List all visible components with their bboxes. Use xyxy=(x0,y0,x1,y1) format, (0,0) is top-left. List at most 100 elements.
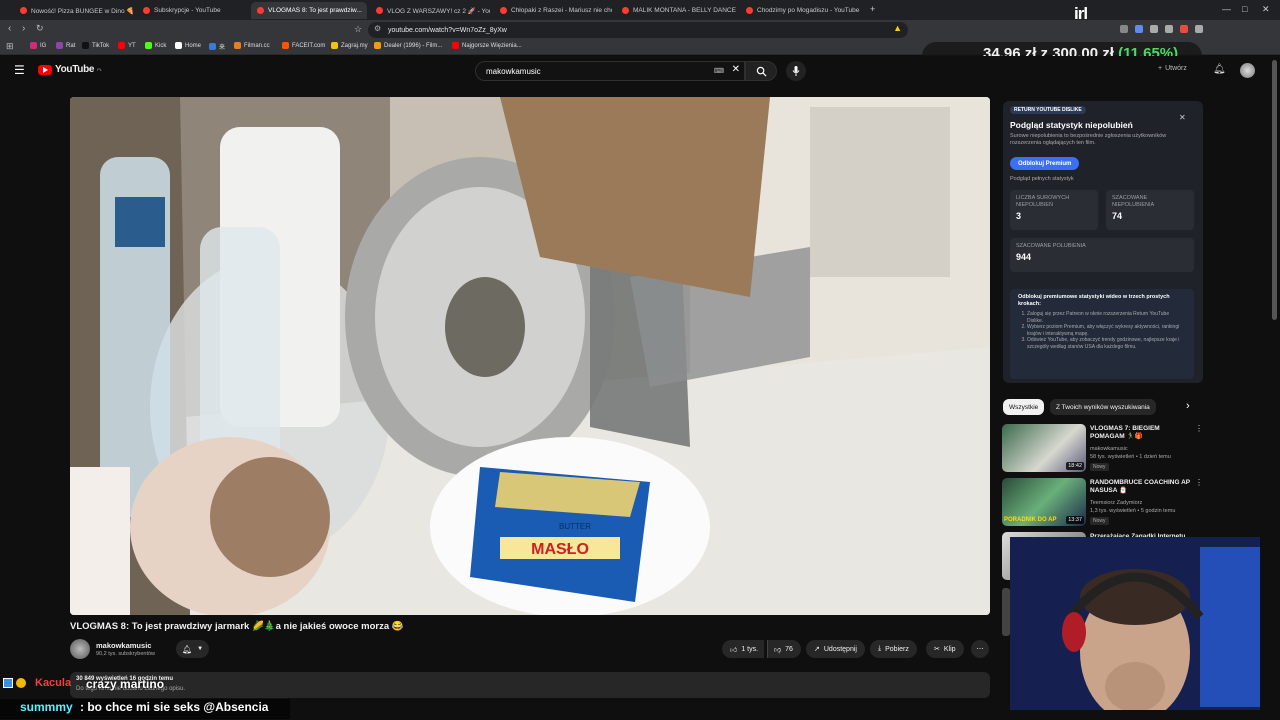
extension-icon[interactable] xyxy=(1180,25,1188,33)
chat-username: Kacula xyxy=(35,677,72,689)
browser-tab[interactable]: VLOGMAS 8: To jest prawdziw... ✕ xyxy=(251,2,367,19)
download-button[interactable]: ⤓ Pobierz xyxy=(870,640,917,658)
video-duration: 18:42 xyxy=(1066,462,1084,470)
forward-icon[interactable]: › xyxy=(22,23,25,34)
extension-icon[interactable] xyxy=(1135,25,1143,33)
chip-from-search[interactable]: Z Twoich wyników wyszukiwania xyxy=(1050,399,1156,415)
extension-icon[interactable] xyxy=(1120,25,1128,33)
voice-search-button[interactable] xyxy=(786,61,806,81)
unlock-premium-button[interactable]: Odblokuj Premium xyxy=(1010,157,1080,170)
dislike-button[interactable]: 👎︎ 76 xyxy=(767,640,801,658)
chat-badge-icon xyxy=(16,678,26,688)
bookmark-item[interactable]: 来 xyxy=(209,42,225,51)
bookmark-item[interactable]: Najgorsze Więzienia... xyxy=(452,42,522,49)
search-icon xyxy=(756,66,767,77)
keyboard-icon[interactable]: ⌨ xyxy=(714,67,724,75)
extension-warning-icon[interactable]: ▲ xyxy=(893,23,902,33)
extension-icon[interactable] xyxy=(1165,25,1173,33)
subscribed-bell-button[interactable]: 🔔︎ ▼ xyxy=(176,640,210,658)
video-thumbnail[interactable]: PORADNIK DO AP 13:37 xyxy=(1002,478,1086,526)
bookmark-label: Rat xyxy=(66,42,76,49)
bookmark-favicon xyxy=(118,42,125,49)
browser-tab[interactable]: Subskrypcje - YouTube xyxy=(137,2,247,19)
youtube-play-icon xyxy=(38,64,52,75)
video-thumbnail[interactable] xyxy=(1002,588,1010,636)
like-button[interactable]: 👍︎ 1 tys. xyxy=(722,640,765,658)
ryd-subtitle: Surowe niepolubienia to bezpośrednie zgł… xyxy=(1010,133,1167,146)
extension-icon[interactable] xyxy=(1150,25,1158,33)
bookmark-item[interactable]: Filman.cc xyxy=(234,42,270,49)
channel-name[interactable]: makowkamusic xyxy=(96,641,151,650)
bookmark-favicon xyxy=(234,42,241,49)
bookmark-item[interactable]: YT xyxy=(118,42,136,49)
bookmark-favicon xyxy=(209,43,216,50)
search-button[interactable] xyxy=(745,61,777,81)
youtube-logo[interactable]: YouTube PL xyxy=(38,64,102,75)
extension-icon[interactable] xyxy=(1195,25,1203,33)
thumbnail-text: PORADNIK DO AP xyxy=(1004,517,1057,523)
bookmark-label: YT xyxy=(128,42,136,49)
chat-message: summmy : bo chce mi sie seks @Absencia xyxy=(0,699,290,719)
video-thumbnail[interactable]: 18:42 xyxy=(1002,424,1086,472)
bookmark-item[interactable]: IG xyxy=(30,42,46,49)
bookmark-item[interactable]: Kick xyxy=(145,42,166,49)
chat-text: crazy martino xyxy=(86,677,165,691)
tab-label: Subskrypcje - YouTube xyxy=(154,7,221,14)
search-input[interactable]: makowkamusic ⌨ ✕ xyxy=(475,61,745,81)
promo-step: Zaloguj się przez Patreon w oknie rozsze… xyxy=(1027,311,1186,324)
ryd-close-icon[interactable]: ✕ xyxy=(1179,113,1186,122)
minimize-icon[interactable]: — xyxy=(1222,4,1231,14)
chat-badge-icon xyxy=(3,678,13,688)
maximize-icon[interactable]: □ xyxy=(1242,4,1247,14)
share-button[interactable]: ↗ Udostępnij xyxy=(806,640,865,658)
plus-icon: + xyxy=(1158,65,1163,72)
address-bar[interactable]: ⚙ youtube.com/watch?v=Wn7oZz_8yXw ▲ xyxy=(368,22,908,38)
reload-icon[interactable]: ↻ xyxy=(36,23,44,34)
bookmark-item[interactable]: Zagraj.my xyxy=(331,42,368,49)
bookmark-item[interactable]: FACEIT.com xyxy=(282,42,325,49)
bookmark-item[interactable]: Dealer (1996) - Film... xyxy=(374,42,442,49)
bookmark-label: Zagraj.my xyxy=(341,42,368,49)
more-options-icon[interactable]: ⋮ xyxy=(1195,424,1203,433)
browser-tab[interactable]: MALIK MONTANA - BELLY DANCE X... xyxy=(616,2,736,19)
promo-title: Odblokuj premiumowe statystyki wideo w t… xyxy=(1018,294,1170,307)
more-actions-button[interactable]: ⋯ xyxy=(971,640,989,658)
full-stats-link[interactable]: Podgląd pełnych statystyk xyxy=(1010,176,1074,182)
page-scrollbar[interactable] xyxy=(1272,60,1277,320)
bell-icon: 🔔︎ xyxy=(182,644,193,654)
account-avatar[interactable] xyxy=(1240,63,1255,78)
browser-tab[interactable]: Chodzimy po Mogadiszu - YouTube xyxy=(740,2,868,19)
recommendation-item[interactable]: PORADNIK DO AP 13:37 RANDOMBRUCE COACHIN… xyxy=(1002,478,1203,528)
recommendation-item[interactable]: 18:42 VLOGMAS 7: BIEGIEM POMAGAM 🏃‍♂️🎁 m… xyxy=(1002,424,1203,474)
webcam-feed xyxy=(1010,537,1260,710)
video-player[interactable]: MASŁO BUTTER xyxy=(70,97,990,615)
bookmark-favicon xyxy=(30,42,37,49)
apps-grid-icon[interactable]: ⊞ xyxy=(6,41,14,52)
more-options-icon[interactable]: ⋮ xyxy=(1195,478,1203,487)
video-title: VLOGMAS 7: BIEGIEM POMAGAM 🏃‍♂️🎁 xyxy=(1090,425,1160,440)
close-tab-icon[interactable]: ✕ xyxy=(366,6,367,15)
channel-name: Teemsiorz Zadymiorz xyxy=(1090,500,1143,506)
bookmark-item[interactable]: Home xyxy=(175,42,201,49)
hamburger-menu-icon[interactable]: ☰ xyxy=(14,63,25,77)
bookmark-item[interactable]: Rat xyxy=(56,42,75,49)
create-button[interactable]: + Utwórz xyxy=(1158,65,1187,72)
window-close-icon[interactable]: ✕ xyxy=(1262,4,1270,15)
channel-avatar[interactable] xyxy=(70,639,90,659)
back-icon[interactable]: ‹ xyxy=(8,23,11,34)
clip-button[interactable]: ✂ Klip xyxy=(926,640,964,658)
video-title: VLOGMAS 8: To jest prawdziwy jarmark 🌽🎄a… xyxy=(70,621,404,632)
thumbs-up-icon: 👍︎ xyxy=(730,646,738,654)
new-tab-icon[interactable]: + xyxy=(870,4,875,14)
notifications-bell-icon[interactable]: 🔔︎ xyxy=(1213,64,1226,75)
browser-tab[interactable]: VLOG Z WARSZAWY! cz 2 🚀 - YouT... xyxy=(370,2,490,19)
site-info-icon[interactable]: ⚙ xyxy=(374,24,381,33)
clear-search-icon[interactable]: ✕ xyxy=(732,64,740,75)
bookmark-star-icon[interactable]: ☆ xyxy=(354,24,362,35)
bookmark-item[interactable]: TikTok xyxy=(82,42,109,49)
microphone-icon xyxy=(792,66,800,76)
chip-all[interactable]: Wszystkie xyxy=(1003,399,1045,415)
chips-next-icon[interactable]: › xyxy=(1186,400,1190,412)
browser-tab[interactable]: Nowość! Pizza BUNGEE w Dino 🍕 🎁 xyxy=(14,2,134,19)
browser-tab[interactable]: Chłopaki z Raszei - Mariusz nie chce... xyxy=(494,2,612,19)
